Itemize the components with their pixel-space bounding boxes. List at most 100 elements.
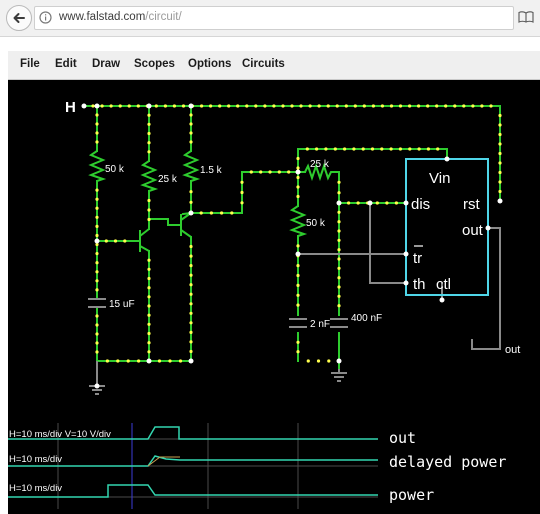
current-dot <box>299 104 303 108</box>
current-dot <box>100 104 104 108</box>
current-dot <box>147 331 151 336</box>
pin-vin-label: Vin <box>429 170 450 187</box>
current-dot <box>95 215 99 219</box>
scope-2-info: H=10 ms/div <box>9 454 62 465</box>
current-dot <box>147 286 151 290</box>
transistor-q2[interactable] <box>149 212 192 238</box>
current-dot <box>163 104 167 108</box>
current-dot <box>498 123 502 127</box>
current-dot <box>296 194 300 199</box>
current-dot <box>154 104 158 108</box>
reading-view-icon[interactable] <box>518 9 534 25</box>
current-dot <box>370 147 375 151</box>
current-dot <box>147 122 151 126</box>
current-dot <box>209 104 213 108</box>
current-dot <box>95 224 99 228</box>
current-dot <box>147 141 151 145</box>
current-dot <box>189 244 193 249</box>
browser-toolbar: www.falstad.com/circuit/ <box>0 0 540 37</box>
address-bar[interactable]: www.falstad.com/circuit/ <box>34 6 514 30</box>
current-dot <box>95 252 99 256</box>
resistor-25k[interactable] <box>140 160 159 192</box>
scope-2[interactable]: H=10 ms/div delayed power <box>8 451 506 481</box>
current-dot <box>435 104 439 108</box>
current-dot <box>290 104 294 108</box>
wire-network <box>83 105 501 370</box>
scope-1-info: H=10 ms/div V=10 V/div <box>9 429 111 440</box>
current-dot <box>296 244 300 248</box>
current-dot <box>189 349 193 354</box>
current-dot <box>296 350 300 354</box>
capacitor-400nF[interactable] <box>330 318 348 328</box>
current-dot <box>127 104 131 108</box>
current-dot <box>337 304 341 308</box>
scope-1[interactable]: H=10 ms/div V=10 V/div out <box>8 423 416 451</box>
capacitor-2nF[interactable] <box>289 318 307 328</box>
current-dot <box>316 359 321 363</box>
transistor-q1[interactable] <box>134 228 150 252</box>
current-dot <box>337 220 341 224</box>
current-dot <box>227 104 231 108</box>
url-host: www.falstad.com <box>59 11 146 23</box>
current-dot <box>147 113 151 117</box>
back-button[interactable] <box>6 5 32 31</box>
current-dot <box>408 147 412 151</box>
resistor-50k-timer[interactable] <box>289 205 308 237</box>
current-dot <box>91 104 95 108</box>
resistor-50k[interactable] <box>88 150 107 182</box>
current-dot <box>147 304 151 308</box>
current-dot <box>240 190 244 195</box>
url-text: www.falstad.com/circuit/ <box>59 11 182 23</box>
current-dot <box>444 104 448 108</box>
current-dot <box>426 104 430 108</box>
url-path: /circuit/ <box>145 11 182 23</box>
current-dot <box>189 200 193 204</box>
current-dot <box>296 303 300 307</box>
scope-3[interactable]: H=10 ms/div power <box>8 481 434 509</box>
current-dot <box>272 104 276 108</box>
current-dot <box>362 104 366 108</box>
circuit-canvas[interactable]: 50 k 25 k 1.5 k 25 k 50 k 15 uF 2 nF 400 <box>8 51 540 514</box>
current-dot <box>398 104 403 108</box>
junction-nodes <box>81 103 503 389</box>
current-dot <box>337 191 341 195</box>
current-dot <box>189 254 193 258</box>
current-dot <box>353 104 357 108</box>
current-dot <box>356 201 360 205</box>
current-dot <box>116 359 120 363</box>
current-dot <box>189 330 193 334</box>
pin-th-label: th <box>413 276 426 293</box>
current-dot <box>337 238 341 242</box>
pin-out-label: out <box>462 222 484 239</box>
resistor-1-5k[interactable] <box>182 150 201 182</box>
current-dot <box>305 147 309 151</box>
current-dot <box>147 295 151 299</box>
capacitor-2nF-label: 2 nF <box>310 319 330 330</box>
current-dot <box>95 233 99 238</box>
current-dot <box>123 239 127 243</box>
current-dot <box>95 314 99 318</box>
pin-rst-label: rst <box>463 196 480 213</box>
current-dot <box>220 211 224 215</box>
current-dot <box>498 189 502 194</box>
current-dot <box>147 217 151 222</box>
current-dot <box>189 340 193 344</box>
scope-3-label: power <box>389 486 434 504</box>
timer-555-chip[interactable]: Vin dis rst out tr th ctl <box>405 158 489 296</box>
current-dot <box>147 150 151 154</box>
resistor-25k-timer-label: 25 k <box>310 159 330 170</box>
current-dot <box>385 201 389 205</box>
current-dot <box>337 266 341 270</box>
capacitor-15uF[interactable] <box>88 298 106 308</box>
current-dot <box>296 340 300 344</box>
current-dot <box>137 359 141 363</box>
current-dot <box>109 104 113 108</box>
page-info-icon[interactable] <box>39 11 52 24</box>
ground-symbol-timer <box>331 372 347 382</box>
current-dot <box>157 359 162 363</box>
pin-tr-label: tr <box>413 250 422 267</box>
current-dots <box>91 104 502 363</box>
current-dot <box>337 180 341 184</box>
current-dot <box>95 140 99 144</box>
current-dot <box>147 313 151 317</box>
